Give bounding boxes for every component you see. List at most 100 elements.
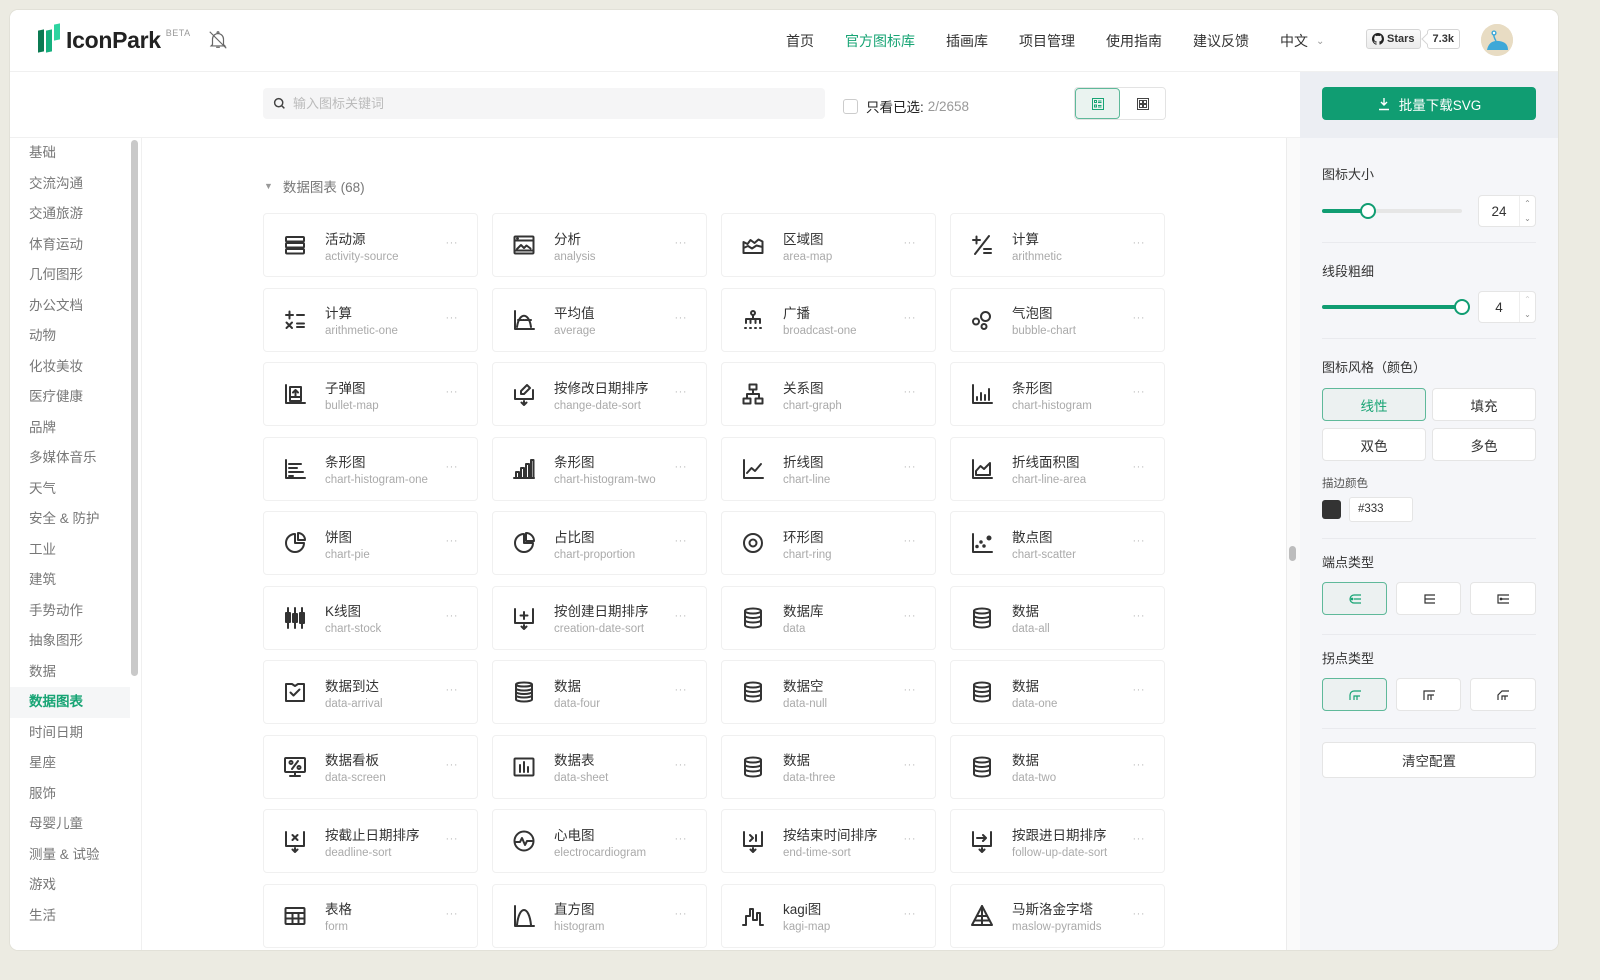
stroke-width-stepper[interactable]: ⌃ ⌄: [1519, 292, 1535, 322]
icon-card[interactable]: 数据空 data-null ···: [721, 660, 936, 724]
more-options-icon[interactable]: ···: [1133, 386, 1146, 398]
more-options-icon[interactable]: ···: [1133, 461, 1146, 473]
increment-icon[interactable]: ⌃: [1524, 295, 1531, 304]
more-options-icon[interactable]: ···: [446, 461, 459, 473]
sidebar-item[interactable]: 天气: [10, 474, 130, 505]
style-outline-button[interactable]: 线性: [1322, 388, 1426, 421]
icon-card[interactable]: 条形图 chart-histogram-one ···: [263, 436, 478, 501]
more-options-icon[interactable]: ···: [904, 386, 917, 398]
icon-card[interactable]: 广播 broadcast-one ···: [721, 287, 936, 352]
bell-off-icon[interactable]: [207, 29, 229, 51]
sidebar-item[interactable]: 品牌: [10, 413, 130, 444]
icon-card[interactable]: 环形图 chart-ring ···: [721, 511, 936, 575]
icon-card[interactable]: 活动源 activity-source ···: [263, 213, 478, 277]
sidebar-item[interactable]: 服饰: [10, 779, 130, 810]
icon-card[interactable]: 分析 analysis ···: [492, 213, 707, 277]
icon-card[interactable]: 平均值 average ···: [492, 287, 707, 352]
icon-card[interactable]: 数据 data-four ···: [492, 660, 707, 724]
stroke-width-input[interactable]: 4 ⌃ ⌄: [1478, 291, 1536, 323]
icon-card[interactable]: 计算 arithmetic ···: [950, 213, 1165, 277]
nav-home[interactable]: 首页: [786, 31, 814, 51]
more-options-icon[interactable]: ···: [904, 535, 917, 547]
stroke-width-slider-handle[interactable]: [1454, 299, 1470, 315]
nav-projects[interactable]: 项目管理: [1019, 31, 1075, 51]
more-options-icon[interactable]: ···: [675, 461, 688, 473]
icon-card[interactable]: 数据 data-three ···: [721, 734, 936, 799]
more-options-icon[interactable]: ···: [675, 684, 688, 696]
style-two-tone-button[interactable]: 双色: [1322, 428, 1426, 461]
more-options-icon[interactable]: ···: [1133, 833, 1146, 845]
increment-icon[interactable]: ⌃: [1524, 199, 1531, 208]
sidebar-item[interactable]: 动物: [10, 321, 130, 352]
icon-card[interactable]: 数据表 data-sheet ···: [492, 734, 707, 799]
more-options-icon[interactable]: ···: [1133, 535, 1146, 547]
only-selected-checkbox[interactable]: [843, 98, 858, 114]
line-join-round-button[interactable]: [1322, 678, 1387, 711]
icon-card[interactable]: kagi图 kagi-map ···: [721, 883, 936, 948]
sidebar-item[interactable]: 建筑: [10, 565, 130, 596]
icon-card[interactable]: 条形图 chart-histogram ···: [950, 362, 1165, 426]
icon-card[interactable]: 表格 form ···: [263, 883, 478, 948]
icon-card[interactable]: 区域图 area-map ···: [721, 213, 936, 277]
icon-card[interactable]: 散点图 chart-scatter ···: [950, 511, 1165, 575]
more-options-icon[interactable]: ···: [1133, 759, 1146, 771]
more-options-icon[interactable]: ···: [904, 759, 917, 771]
icon-card[interactable]: 数据 data-one ···: [950, 660, 1165, 724]
line-cap-round-button[interactable]: [1322, 582, 1387, 615]
more-options-icon[interactable]: ···: [675, 759, 688, 771]
icon-card[interactable]: 子弹图 bullet-map ···: [263, 362, 478, 426]
main-scrollbar[interactable]: [1289, 546, 1296, 561]
detail-view-button[interactable]: [1075, 88, 1120, 119]
sidebar-item[interactable]: 手势动作: [10, 596, 130, 627]
sidebar-item[interactable]: 抽象图形: [10, 626, 130, 657]
search-input[interactable]: [293, 96, 793, 111]
sidebar-item[interactable]: 医疗健康: [10, 382, 130, 413]
icon-card[interactable]: K线图 chart-stock ···: [263, 585, 478, 650]
sidebar-item[interactable]: 数据图表: [10, 687, 130, 718]
stroke-color-swatch[interactable]: [1322, 500, 1341, 519]
github-stars-count[interactable]: 7.3k: [1426, 29, 1460, 49]
icon-card[interactable]: 按修改日期排序 change-date-sort ···: [492, 362, 707, 426]
sidebar-item[interactable]: 基础: [10, 138, 130, 169]
sidebar-item[interactable]: 办公文档: [10, 291, 130, 322]
more-options-icon[interactable]: ···: [446, 610, 459, 622]
icon-card[interactable]: 按结束时间排序 end-time-sort ···: [721, 809, 936, 873]
more-options-icon[interactable]: ···: [1133, 908, 1146, 920]
icon-size-stepper[interactable]: ⌃ ⌄: [1519, 196, 1535, 226]
sidebar-item[interactable]: 时间日期: [10, 718, 130, 749]
only-selected-filter[interactable]: 只看已选: 2/2658: [843, 96, 969, 116]
icon-card[interactable]: 数据 data-two ···: [950, 734, 1165, 799]
more-options-icon[interactable]: ···: [675, 237, 688, 249]
nav-illustrations[interactable]: 插画库: [946, 31, 988, 51]
more-options-icon[interactable]: ···: [904, 312, 917, 324]
icon-card[interactable]: 马斯洛金字塔 maslow-pyramids ···: [950, 883, 1165, 948]
more-options-icon[interactable]: ···: [446, 535, 459, 547]
nav-guide[interactable]: 使用指南: [1106, 31, 1162, 51]
style-multi-color-button[interactable]: 多色: [1432, 428, 1536, 461]
more-options-icon[interactable]: ···: [904, 684, 917, 696]
stroke-width-slider[interactable]: [1322, 299, 1470, 315]
user-avatar[interactable]: [1481, 24, 1513, 56]
sidebar-item[interactable]: 多媒体音乐: [10, 443, 130, 474]
icon-card[interactable]: 计算 arithmetic-one ···: [263, 287, 478, 352]
sidebar-item[interactable]: 数据: [10, 657, 130, 688]
more-options-icon[interactable]: ···: [446, 833, 459, 845]
sidebar-item[interactable]: 母婴儿童: [10, 809, 130, 840]
more-options-icon[interactable]: ···: [904, 610, 917, 622]
decrement-icon[interactable]: ⌄: [1524, 214, 1531, 223]
more-options-icon[interactable]: ···: [446, 759, 459, 771]
more-options-icon[interactable]: ···: [675, 908, 688, 920]
icon-card[interactable]: 关系图 chart-graph ···: [721, 362, 936, 426]
clear-config-button[interactable]: 清空配置: [1322, 742, 1536, 778]
more-options-icon[interactable]: ···: [904, 908, 917, 920]
decrement-icon[interactable]: ⌄: [1524, 310, 1531, 319]
line-join-miter-button[interactable]: [1396, 678, 1461, 711]
more-options-icon[interactable]: ···: [1133, 237, 1146, 249]
icon-size-slider[interactable]: [1322, 203, 1462, 219]
more-options-icon[interactable]: ···: [446, 908, 459, 920]
logo[interactable]: IconPark BETA: [38, 22, 191, 54]
more-options-icon[interactable]: ···: [1133, 312, 1146, 324]
icon-card[interactable]: 按跟进日期排序 follow-up-date-sort ···: [950, 809, 1165, 873]
batch-download-button[interactable]: 批量下载SVG: [1322, 87, 1536, 120]
sidebar-item[interactable]: 生活: [10, 901, 130, 932]
